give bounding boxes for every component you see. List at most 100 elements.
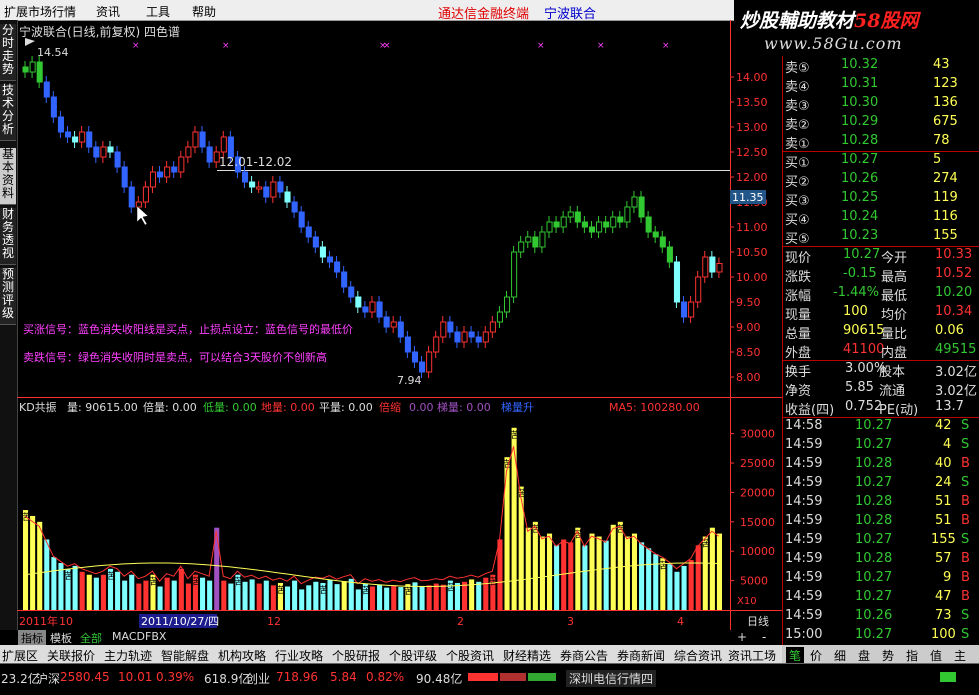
quote-side-tab[interactable]: 价 <box>810 647 822 664</box>
quote-side-tab[interactable]: 值 <box>930 647 942 664</box>
reference-price-label: 12.01-12.02 <box>219 155 292 169</box>
zoom-out-button[interactable]: - <box>762 630 766 644</box>
stat-row[interactable]: 涨幅 -1.44% 最低 10.20 <box>783 284 979 304</box>
kline-chart[interactable]: × × ×× × × × 苦苦 苦苦苦苦苦苦苦苦苦苦苦苦苦苦苦苦苦苦 14.0013.501… <box>17 20 782 632</box>
status-sh-pct: 0.39% <box>156 670 195 684</box>
info-tab[interactable]: 个股研报 <box>332 647 380 664</box>
info-tab[interactable]: 资讯工场 <box>728 647 776 664</box>
menu-extended-market[interactable]: 扩展市场行情 <box>4 3 76 20</box>
info-tab[interactable]: 行业攻略 <box>275 647 323 664</box>
period-label[interactable]: 日线 <box>747 614 769 628</box>
price-tick-label: 10.50 <box>736 246 768 259</box>
stat-row[interactable]: 换手 3.00% 股本 3.02亿 <box>783 360 979 380</box>
tick-row[interactable]: 14:59 10.27 4 S <box>783 436 979 455</box>
tick-row[interactable]: 14:59 10.28 51 B <box>783 512 979 531</box>
zoom-in-button[interactable]: + <box>737 630 747 644</box>
tick-row[interactable]: 15:00 10.27 100 S <box>783 626 979 645</box>
ask-row[interactable]: 卖⑤ 10.32 43 <box>783 56 979 76</box>
candle-body <box>588 226 596 233</box>
stat-row[interactable]: 现价 10.27 今开 10.33 <box>783 246 979 266</box>
tick-row-cell: 14:59 <box>785 513 823 528</box>
info-tab[interactable]: 个股评级 <box>389 647 437 664</box>
tab-indicator[interactable]: 指标 <box>18 630 46 646</box>
high-label: 14.54 <box>37 46 69 59</box>
tick-row[interactable]: 14:59 10.27 9 B <box>783 569 979 588</box>
info-tab[interactable]: 机构攻略 <box>218 647 266 664</box>
info-tab[interactable]: 财经精选 <box>503 647 551 664</box>
stat-row[interactable]: 涨跌 -0.15 最高 10.52 <box>783 265 979 285</box>
info-tab[interactable]: 综合资讯 <box>674 647 722 664</box>
tick-row[interactable]: 14:59 10.28 51 B <box>783 493 979 512</box>
candle-body <box>93 146 100 158</box>
volume-bar <box>518 486 524 610</box>
stat-row[interactable]: 收益(四) 0.752 PE(动) 13.7 <box>783 398 979 418</box>
date-tick-label: 10 <box>59 615 73 628</box>
tab-all[interactable]: 全部 <box>80 630 102 646</box>
stat-row[interactable]: 外盘 41100 内盘 49515 <box>783 341 979 361</box>
tick-row-cell: 14:59 <box>785 532 823 547</box>
candle-body <box>546 221 553 233</box>
tick-row[interactable]: 14:59 10.28 57 B <box>783 550 979 569</box>
tab-fbx[interactable]: FBX <box>145 630 166 643</box>
quote-side-tab[interactable]: 细 <box>834 647 846 664</box>
info-tab[interactable]: 关联报价 <box>47 647 95 664</box>
volume-bar <box>334 584 340 610</box>
tick-row[interactable]: 14:58 10.27 42 S <box>783 417 979 436</box>
quote-side-tab[interactable]: 指 <box>906 647 918 664</box>
tab-technical[interactable]: 技术分析 <box>0 84 16 141</box>
menu-tools[interactable]: 工具 <box>146 3 170 20</box>
info-tab[interactable]: 智能解盘 <box>161 647 209 664</box>
stat-row-cell: 10.52 <box>935 266 973 281</box>
tick-row[interactable]: 14:59 10.27 24 S <box>783 474 979 493</box>
tab-forecast[interactable]: 预测评级 <box>0 268 16 325</box>
bid-row[interactable]: 买② 10.26 274 <box>783 170 979 190</box>
ask-row[interactable]: 卖① 10.28 78 <box>783 132 979 152</box>
volume-marker: 苦 <box>319 584 328 596</box>
tick-row[interactable]: 14:59 10.26 73 S <box>783 607 979 626</box>
tick-row[interactable]: 14:59 10.27 155 S <box>783 531 979 550</box>
price-tick-label: 13.50 <box>736 96 768 109</box>
tick-row-cell: 10.28 <box>855 551 893 566</box>
signal-marker-icon: × <box>383 41 391 51</box>
quote-side-tab[interactable]: 势 <box>882 647 894 664</box>
info-tab[interactable]: 券商公告 <box>560 647 608 664</box>
menu-help[interactable]: 帮助 <box>192 3 216 20</box>
quote-side-tab[interactable]: 主 <box>954 647 966 664</box>
left-vertical-tabs: 分时走势 技术分析 基本资料 财务透视 预测评级 <box>0 20 18 630</box>
stat-row-cell: 股本 <box>879 365 906 380</box>
bid-row[interactable]: 买⑤ 10.23 155 <box>783 227 979 247</box>
quote-side-tab[interactable]: 盘 <box>858 647 870 664</box>
ask-row[interactable]: 卖④ 10.31 123 <box>783 75 979 95</box>
info-tab[interactable]: 个股资讯 <box>446 647 494 664</box>
volume-bar <box>603 540 609 610</box>
menu-info[interactable]: 资讯 <box>96 3 120 20</box>
candle-body <box>57 116 64 133</box>
stat-row[interactable]: 净资 5.85 流通 3.02亿 <box>783 379 979 399</box>
ask-row[interactable]: 卖② 10.29 675 <box>783 113 979 133</box>
tab-intraday[interactable]: 分时走势 <box>0 24 16 81</box>
tab-macd[interactable]: MACD <box>112 630 145 643</box>
tab-financials[interactable]: 财务透视 <box>0 208 16 265</box>
ask-row[interactable]: 卖③ 10.30 136 <box>783 94 979 114</box>
candle-body <box>666 246 673 263</box>
volume-tick-label: 20000 <box>740 486 775 499</box>
tab-template[interactable]: 模板 <box>50 630 72 646</box>
info-tab[interactable]: 券商新闻 <box>617 647 665 664</box>
stat-row[interactable]: 现量 100 均价 10.34 <box>783 303 979 323</box>
volume-bar <box>681 565 687 610</box>
bid-row[interactable]: 买③ 10.25 119 <box>783 189 979 209</box>
info-tab[interactable]: 主力轨迹 <box>104 647 152 664</box>
tick-row[interactable]: 14:59 10.27 47 B <box>783 588 979 607</box>
stat-row[interactable]: 总量 90615 量比 0.06 <box>783 322 979 342</box>
info-tab[interactable]: 扩展区 <box>2 647 38 664</box>
quote-side-tab[interactable]: 笔 <box>786 647 805 664</box>
stat-row-cell: 10.34 <box>935 304 973 319</box>
volume-bar <box>129 574 135 610</box>
bid-row[interactable]: 买④ 10.24 116 <box>783 208 979 228</box>
tick-row[interactable]: 14:59 10.28 40 B <box>783 455 979 474</box>
candle-body <box>447 321 454 333</box>
bid-row[interactable]: 买① 10.27 5 <box>783 151 979 171</box>
status-cy-change: 5.84 <box>330 670 357 684</box>
volume-marker: 苦 <box>489 576 498 588</box>
tab-fundamentals[interactable]: 基本资料 <box>0 148 16 205</box>
